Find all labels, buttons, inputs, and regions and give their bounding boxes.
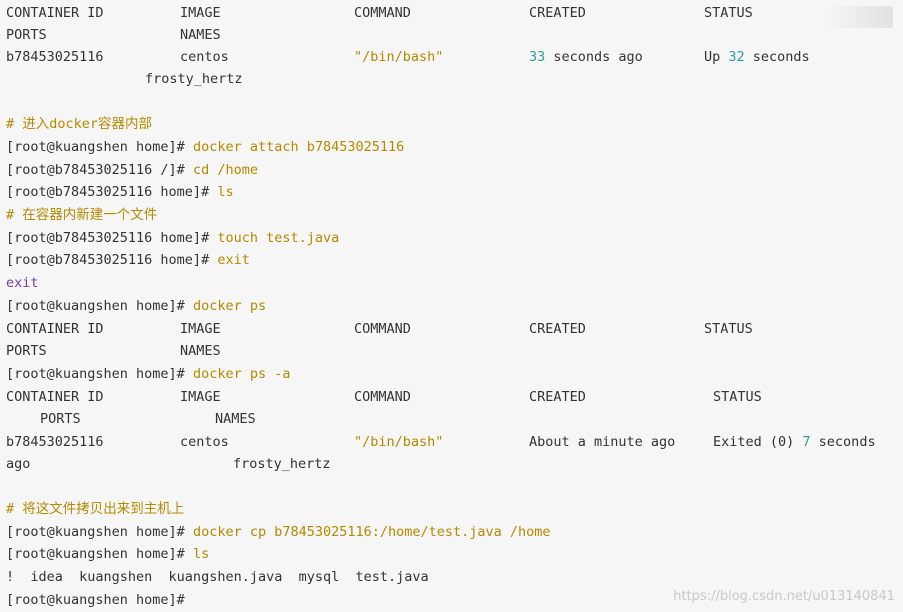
- container-command: "/bin/bash": [354, 434, 444, 450]
- col-ports: PORTS: [40, 411, 81, 427]
- container-row: b78453025116 centos "/bin/bash" About a …: [6, 431, 896, 453]
- comment-line: # 进入docker容器内部: [6, 116, 153, 132]
- container-image: centos: [180, 49, 229, 65]
- watermark-url: https://blog.csdn.net/u013140841: [673, 589, 895, 604]
- col-command: COMMAND: [354, 321, 411, 337]
- command-line: [root@b78453025116 /]# cd /home: [6, 159, 896, 181]
- col-container-id: CONTAINER ID: [6, 321, 104, 337]
- col-image: IMAGE: [180, 321, 221, 337]
- prompt: [root@kuangshen home]#: [6, 524, 193, 540]
- container-id: b78453025116: [6, 434, 104, 450]
- col-image: IMAGE: [180, 5, 221, 21]
- command-line: [root@kuangshen home]# docker cp b784530…: [6, 521, 896, 543]
- output-line: exit: [6, 275, 39, 291]
- command-line: [root@b78453025116 home]# ls: [6, 181, 896, 203]
- command-text: docker cp b78453025116:/home/test.java /…: [192, 524, 551, 540]
- container-status: Exited (0) 7 seconds: [713, 434, 876, 450]
- col-names: NAMES: [180, 343, 221, 359]
- prompt: [root@kuangshen home]#: [6, 139, 193, 155]
- col-ports: PORTS: [6, 27, 47, 43]
- container-id: b78453025116: [6, 49, 104, 65]
- container-image: centos: [180, 434, 229, 450]
- comment-line: # 在容器内新建一个文件: [6, 207, 158, 223]
- output-line: ! idea kuangshen kuangshen.java mysql te…: [6, 569, 429, 585]
- command-line: [root@kuangshen home]# docker ps: [6, 295, 896, 317]
- command-text: cd /home: [192, 162, 258, 178]
- col-status: STATUS: [704, 5, 753, 21]
- col-command: COMMAND: [354, 5, 411, 21]
- command-text: docker attach b78453025116: [192, 139, 405, 155]
- command-line: [root@kuangshen home]# docker ps -a: [6, 363, 896, 385]
- command-text: docker ps -a: [192, 366, 291, 382]
- prompt: [root@kuangshen home]#: [6, 546, 193, 562]
- command-line: [root@kuangshen home]# ls: [6, 543, 896, 565]
- prompt: [root@b78453025116 home]#: [6, 184, 218, 200]
- command-line: [root@b78453025116 home]# touch test.jav…: [6, 227, 896, 249]
- command-line: [root@b78453025116 home]# exit: [6, 249, 896, 271]
- col-ports: PORTS: [6, 343, 47, 359]
- container-row-2: ago frosty_hertz: [6, 453, 896, 475]
- ps-header-row: CONTAINER ID IMAGE COMMAND CREATED STATU…: [6, 386, 896, 408]
- col-container-id: CONTAINER ID: [6, 5, 104, 21]
- col-names: NAMES: [180, 27, 221, 43]
- container-row-2: frosty_hertz: [6, 68, 896, 90]
- command-text: exit: [217, 252, 250, 268]
- command-text: docker ps: [192, 298, 267, 314]
- col-status: STATUS: [704, 321, 753, 337]
- prompt: [root@b78453025116 home]#: [6, 230, 218, 246]
- prompt: [root@kuangshen home]#: [6, 366, 193, 382]
- container-name: frosty_hertz: [233, 456, 331, 472]
- container-status: Up 32 seconds: [704, 49, 810, 65]
- col-created: CREATED: [529, 5, 586, 21]
- ps-header-row-2: PORTS NAMES: [6, 408, 896, 430]
- container-status-cont: ago: [6, 456, 31, 472]
- container-row: b78453025116 centos "/bin/bash" 33 secon…: [6, 46, 896, 68]
- container-created: 33 seconds ago: [529, 49, 643, 65]
- prompt: [root@b78453025116 home]#: [6, 252, 218, 268]
- command-line: [root@kuangshen home]# docker attach b78…: [6, 136, 896, 158]
- command-text: ls: [217, 184, 234, 200]
- container-command: "/bin/bash": [354, 49, 444, 65]
- terminal-window[interactable]: CONTAINER ID IMAGE COMMAND CREATED STATU…: [0, 0, 903, 612]
- col-command: COMMAND: [354, 389, 411, 405]
- prompt: [root@kuangshen home]#: [6, 592, 193, 608]
- col-status: STATUS: [713, 389, 762, 405]
- comment-line: # 将这文件拷贝出来到主机上: [6, 501, 185, 517]
- prompt: [root@b78453025116 /]#: [6, 162, 193, 178]
- col-created: CREATED: [529, 321, 586, 337]
- ps-header-row: CONTAINER ID IMAGE COMMAND CREATED STATU…: [6, 318, 896, 340]
- ps-header-row-2: PORTS NAMES: [6, 24, 896, 46]
- ps-header-row-2: PORTS NAMES: [6, 340, 896, 362]
- command-text: touch test.java: [217, 230, 340, 246]
- container-name: frosty_hertz: [145, 71, 243, 87]
- ps-header-row: CONTAINER ID IMAGE COMMAND CREATED STATU…: [6, 2, 896, 24]
- col-created: CREATED: [529, 389, 586, 405]
- col-names: NAMES: [215, 411, 256, 427]
- col-image: IMAGE: [180, 389, 221, 405]
- prompt: [root@kuangshen home]#: [6, 298, 193, 314]
- col-container-id: CONTAINER ID: [6, 389, 104, 405]
- command-text: ls: [192, 546, 210, 562]
- container-created: About a minute ago: [529, 434, 676, 450]
